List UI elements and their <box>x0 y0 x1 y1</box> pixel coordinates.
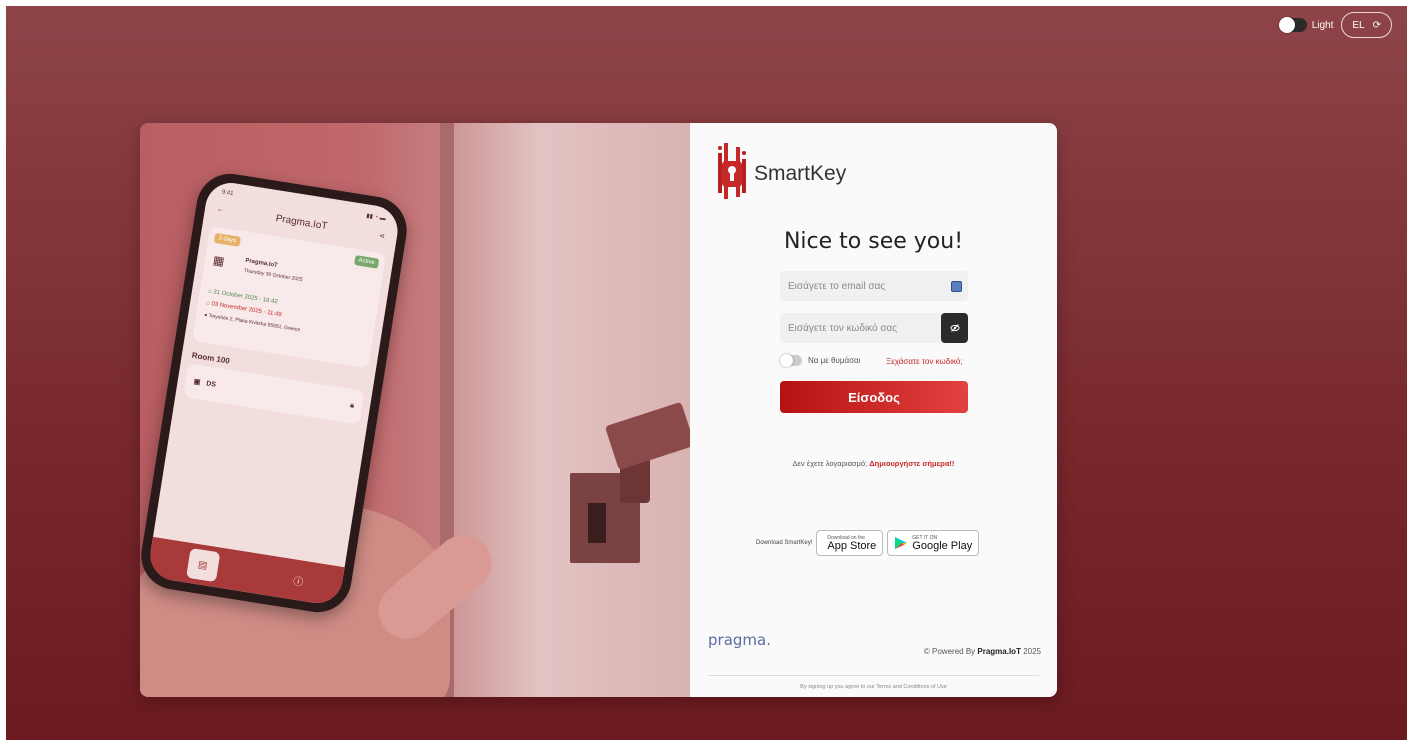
back-arrow-icon: ← <box>216 205 225 214</box>
signup-link[interactable]: Δημιουργήστε σήμερα!! <box>869 459 954 468</box>
password-field-container <box>780 313 968 343</box>
app-store-text: App Store <box>827 539 877 552</box>
top-controls: Light EL ⟳ <box>1278 12 1392 38</box>
google-play-icon <box>895 537 908 549</box>
email-icon <box>951 280 962 292</box>
door-keyhole <box>588 503 606 543</box>
phone-booking-card: 3 days Active Pragma.IoT Thursday 30 Oct… <box>192 225 387 369</box>
door-icon: ▣ <box>193 378 201 387</box>
powered-by: © Powered By Pragma.IoT 2025 <box>924 647 1041 656</box>
terms-text[interactable]: By signing up you agree to our Terms and… <box>690 684 1057 690</box>
theme-toggle-knob <box>1278 17 1295 33</box>
bookings-icon: ▤ <box>185 547 220 583</box>
theme-toggle-track[interactable] <box>1278 17 1307 33</box>
duration-badge: 3 days <box>213 232 241 247</box>
keyhole-logo-icon <box>718 143 746 199</box>
page-title: Nice to see you! <box>783 229 964 254</box>
hero-image: 9:41 ▮▮ ◔ ▬ ← Pragma.IoT ⋖ 3 days Active… <box>140 123 690 697</box>
address-text: Τσιγαλάκ 2, Plaka Kivitsha 55551, Greece <box>208 312 301 334</box>
remember-me: Να με θυμάσαι <box>780 354 861 367</box>
footer-divider <box>708 675 1039 676</box>
login-button[interactable]: Είσοδος <box>780 381 968 413</box>
login-card: 9:41 ▮▮ ◔ ▬ ← Pragma.IoT ⋖ 3 days Active… <box>140 123 1057 697</box>
company-name: Pragma.IoT <box>244 257 279 269</box>
address-row: ● Τσιγαλάκ 2, Plaka Kivitsha 55551, Gree… <box>204 312 314 335</box>
language-label: EL <box>1352 19 1365 31</box>
smartkey-logo: SmartKey <box>716 139 846 201</box>
theme-toggle[interactable]: Light <box>1278 17 1334 33</box>
booking-date: Thursday 30 October 2025 <box>243 267 303 284</box>
building-icon: ▦ <box>211 252 226 269</box>
toggle-password-button[interactable] <box>941 313 968 343</box>
lock-icon: 🔒︎ <box>349 402 355 410</box>
no-account-text: Δεν έχετε λογαριασμό; <box>792 459 868 468</box>
frame-top-edge <box>0 0 1410 6</box>
download-section: Download SmartKey! Download on the App S… <box>756 530 980 556</box>
google-play-button[interactable]: GET IT ON Google Play <box>887 530 980 556</box>
login-panel: SmartKey Nice to see you! Να με θυμάσαι … <box>690 123 1057 697</box>
pragma-logo: pragma. <box>708 631 771 649</box>
theme-label: Light <box>1311 19 1334 31</box>
eye-off-icon <box>950 324 959 332</box>
brand-name: SmartKey <box>754 162 847 185</box>
share-icon: ⋖ <box>378 232 386 240</box>
remember-me-label: Να με θυμάσαι <box>808 356 861 365</box>
app-store-button[interactable]: Download on the App Store <box>816 530 884 556</box>
status-badge: Active <box>353 255 380 269</box>
email-field[interactable] <box>780 279 951 293</box>
frame-left-edge <box>0 0 6 740</box>
signup-prompt: Δεν έχετε λογαριασμό; Δημιουργήστε σήμερ… <box>690 459 1057 468</box>
powered-year: 2025 <box>1020 647 1041 656</box>
language-button[interactable]: EL ⟳ <box>1341 12 1392 38</box>
remember-me-toggle[interactable] <box>780 354 802 367</box>
download-label: Download SmartKey! <box>756 540 813 546</box>
phone-title: Pragma.IoT <box>274 213 329 233</box>
forgot-password-link[interactable]: Ξεχάσατε τον κωδικό; <box>886 357 963 366</box>
google-play-text: Google Play <box>912 539 973 552</box>
password-field[interactable] <box>780 321 941 335</box>
email-field-container <box>780 271 968 301</box>
powered-brand: Pragma.IoT <box>977 647 1021 656</box>
info-icon: ⓘ <box>292 575 305 589</box>
device-name: DS <box>205 379 217 389</box>
powered-prefix: © Powered By <box>923 647 978 656</box>
refresh-icon: ⟳ <box>1372 19 1381 31</box>
